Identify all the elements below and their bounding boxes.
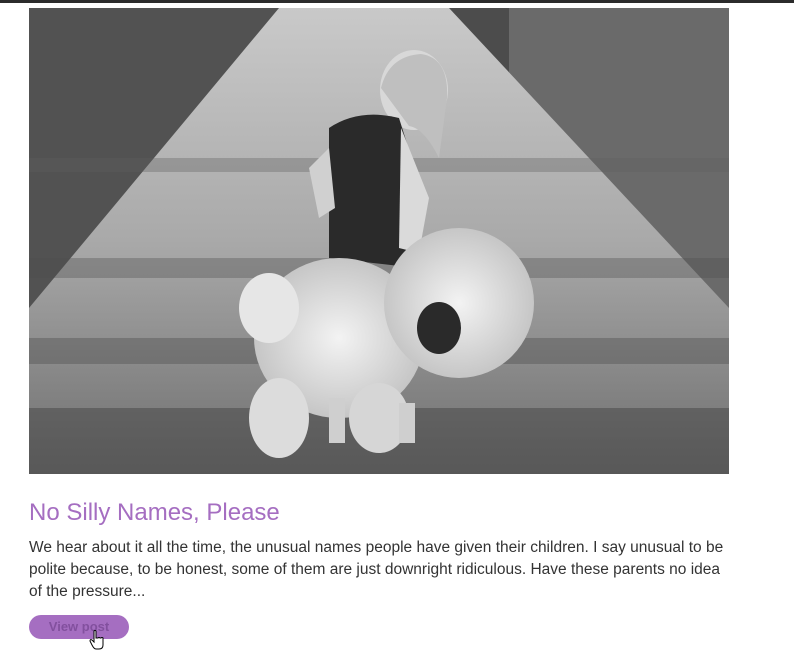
hand-pointer-cursor-icon bbox=[89, 630, 104, 650]
post-excerpt: We hear about it all the time, the unusu… bbox=[29, 539, 724, 600]
view-post-button[interactable]: View post bbox=[29, 615, 129, 650]
top-bar bbox=[0, 0, 794, 3]
blog-post-card: No Silly Names, Please We hear about it … bbox=[29, 8, 729, 650]
post-hero-image[interactable] bbox=[29, 8, 729, 474]
post-title[interactable]: No Silly Names, Please bbox=[29, 497, 729, 529]
